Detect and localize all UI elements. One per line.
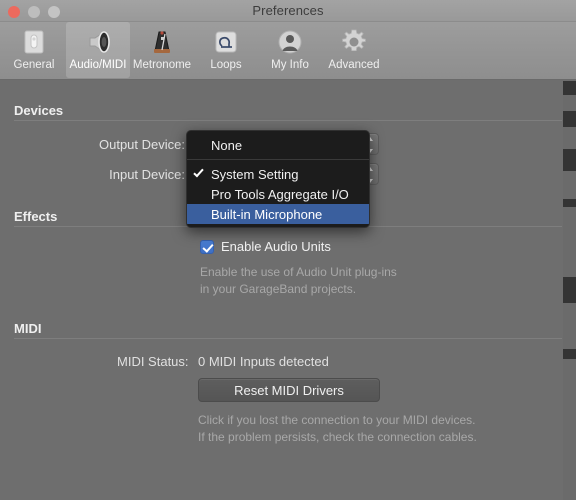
preferences-toolbar: General Audio/MIDI Metronome Loops My In… xyxy=(0,22,576,80)
metronome-icon xyxy=(146,26,178,58)
menu-item-system-setting[interactable]: System Setting xyxy=(187,164,369,184)
menu-item-label: None xyxy=(211,137,243,153)
effects-help-text: Enable the use of Audio Unit plug-ins in… xyxy=(200,265,397,296)
reset-midi-drivers-button[interactable]: Reset MIDI Drivers xyxy=(198,378,380,402)
enable-audio-units-checkbox[interactable] xyxy=(200,239,214,254)
menu-item-label: Pro Tools Aggregate I/O xyxy=(211,186,349,202)
scrollbar-mark xyxy=(563,277,576,303)
tab-metronome[interactable]: Metronome xyxy=(130,22,194,78)
speaker-icon xyxy=(82,26,114,58)
scrollbar-mark xyxy=(563,349,576,359)
devices-section-header: Devices xyxy=(14,103,64,118)
midi-help-text: Click if you lost the connection to your… xyxy=(198,413,477,444)
title-bar: Preferences xyxy=(0,0,576,22)
scrollbar-mark xyxy=(563,149,576,171)
checkmark-icon xyxy=(193,166,204,178)
effects-section-header: Effects xyxy=(14,209,58,224)
scrollbar-mark xyxy=(563,199,576,207)
tab-my-info-label: My Info xyxy=(271,59,309,71)
input-device-label: Input Device: xyxy=(109,167,185,182)
menu-item-built-in-microphone[interactable]: Built-in Microphone xyxy=(187,204,369,224)
midi-section-header: MIDI xyxy=(14,321,42,336)
tab-advanced[interactable]: Advanced xyxy=(322,22,386,78)
tab-advanced-label: Advanced xyxy=(328,59,380,71)
tab-metronome-label: Metronome xyxy=(132,59,192,71)
menu-separator xyxy=(187,159,369,160)
tab-audio-midi-label: Audio/MIDI xyxy=(69,59,127,71)
gear-icon xyxy=(338,26,370,58)
menu-item-label: System Setting xyxy=(211,166,299,182)
tab-my-info[interactable]: My Info xyxy=(258,22,322,78)
tab-general-label: General xyxy=(13,59,55,71)
scrollbar-mark xyxy=(563,81,576,95)
tab-loops[interactable]: Loops xyxy=(194,22,258,78)
devices-section-divider xyxy=(14,120,562,121)
menu-item-none[interactable]: None xyxy=(187,135,369,155)
general-icon xyxy=(18,26,50,58)
person-icon xyxy=(274,26,306,58)
menu-item-label: Built-in Microphone xyxy=(211,206,323,222)
preferences-window: Preferences General Audio/MIDI Metronome… xyxy=(0,0,576,500)
tab-loops-label: Loops xyxy=(210,59,242,71)
scrollbar-mark xyxy=(563,111,576,127)
loops-icon xyxy=(210,26,242,58)
window-title: Preferences xyxy=(252,3,324,18)
input-device-dropdown-menu[interactable]: None System Setting Pro Tools Aggregate … xyxy=(186,130,370,228)
midi-status-label: MIDI Status: xyxy=(117,354,189,369)
menu-item-pro-tools-aggregate-io[interactable]: Pro Tools Aggregate I/O xyxy=(187,184,369,204)
midi-status-value: 0 MIDI Inputs detected xyxy=(198,354,329,369)
output-device-label: Output Device: xyxy=(99,137,185,152)
enable-audio-units-label: Enable Audio Units xyxy=(221,239,331,254)
midi-section-divider xyxy=(14,338,562,339)
enable-audio-units-checkbox-row[interactable]: Enable Audio Units xyxy=(200,239,331,254)
tab-audio-midi[interactable]: Audio/MIDI xyxy=(66,22,130,78)
vertical-scrollbar[interactable] xyxy=(563,81,576,500)
tab-general[interactable]: General xyxy=(2,22,66,78)
